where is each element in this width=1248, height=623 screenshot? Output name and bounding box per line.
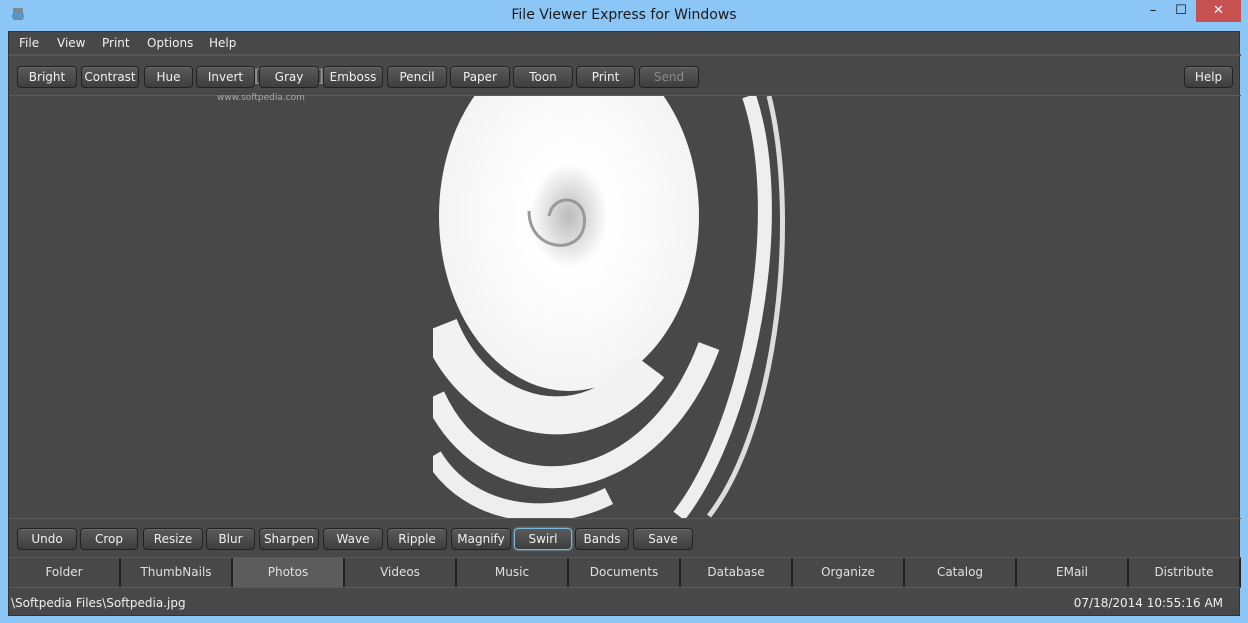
- tab-folder[interactable]: Folder: [9, 558, 121, 587]
- sharpen-button[interactable]: Sharpen: [259, 528, 319, 550]
- swirl-image: [433, 96, 785, 518]
- contrast-button[interactable]: Contrast: [81, 66, 139, 88]
- invert-button[interactable]: Invert: [196, 66, 255, 88]
- resize-button[interactable]: Resize: [143, 528, 203, 550]
- save-button[interactable]: Save: [633, 528, 693, 550]
- swirl-button[interactable]: Swirl: [514, 528, 572, 550]
- tab-distribute[interactable]: Distribute: [1129, 558, 1241, 587]
- bands-button[interactable]: Bands: [575, 528, 629, 550]
- window-title: File Viewer Express for Windows: [511, 7, 737, 23]
- image-canvas: [433, 96, 785, 518]
- emboss-button[interactable]: Emboss: [323, 66, 383, 88]
- print-button[interactable]: Print: [576, 66, 635, 88]
- menu-view[interactable]: View: [57, 36, 85, 50]
- tab-videos[interactable]: Videos: [345, 558, 457, 587]
- crop-button[interactable]: Crop: [80, 528, 138, 550]
- nav-tabs: Folder ThumbNails Photos Videos Music Documen…: [9, 557, 1241, 587]
- status-bar: \Softpedia Files\Softpedia.jpg 07/18/201…: [9, 587, 1241, 617]
- tab-organize[interactable]: Organize: [793, 558, 905, 587]
- ripple-button[interactable]: Ripple: [387, 528, 447, 550]
- hue-button[interactable]: Hue: [144, 66, 193, 88]
- close-button[interactable]: ✕: [1196, 0, 1241, 22]
- tab-music[interactable]: Music: [457, 558, 569, 587]
- tab-email[interactable]: EMail: [1017, 558, 1129, 587]
- help-button[interactable]: Help: [1184, 66, 1233, 88]
- menu-file[interactable]: File: [19, 36, 39, 50]
- paper-button[interactable]: Paper: [450, 66, 510, 88]
- bright-button[interactable]: Bright: [17, 66, 77, 88]
- file-path: \Softpedia Files\Softpedia.jpg: [11, 596, 186, 610]
- menu-options[interactable]: Options: [147, 36, 193, 50]
- gray-button[interactable]: Gray: [259, 66, 319, 88]
- tab-documents[interactable]: Documents: [569, 558, 681, 587]
- app-client: File View Print Options Help Help SOFTPE…: [8, 31, 1241, 617]
- tab-catalog[interactable]: Catalog: [905, 558, 1017, 587]
- blur-button[interactable]: Blur: [206, 528, 255, 550]
- wave-button[interactable]: Wave: [323, 528, 383, 550]
- maximize-button[interactable]: ☐: [1164, 0, 1198, 22]
- magnify-button[interactable]: Magnify: [451, 528, 511, 550]
- pencil-button[interactable]: Pencil: [387, 66, 447, 88]
- tab-thumbnails[interactable]: ThumbNails: [121, 558, 233, 587]
- divider: [9, 518, 1241, 519]
- menu-help[interactable]: Help: [209, 36, 236, 50]
- menu-bar: File View Print Options Help: [9, 32, 1241, 56]
- tab-photos[interactable]: Photos: [233, 558, 345, 587]
- title-bar: File Viewer Express for Windows – ☐ ✕: [0, 0, 1248, 31]
- tab-database[interactable]: Database: [681, 558, 793, 587]
- undo-button[interactable]: Undo: [17, 528, 77, 550]
- datetime: 07/18/2014 10:55:16 AM: [1073, 596, 1223, 610]
- menu-print[interactable]: Print: [102, 36, 130, 50]
- toon-button[interactable]: Toon: [513, 66, 573, 88]
- send-button[interactable]: Send: [639, 66, 699, 88]
